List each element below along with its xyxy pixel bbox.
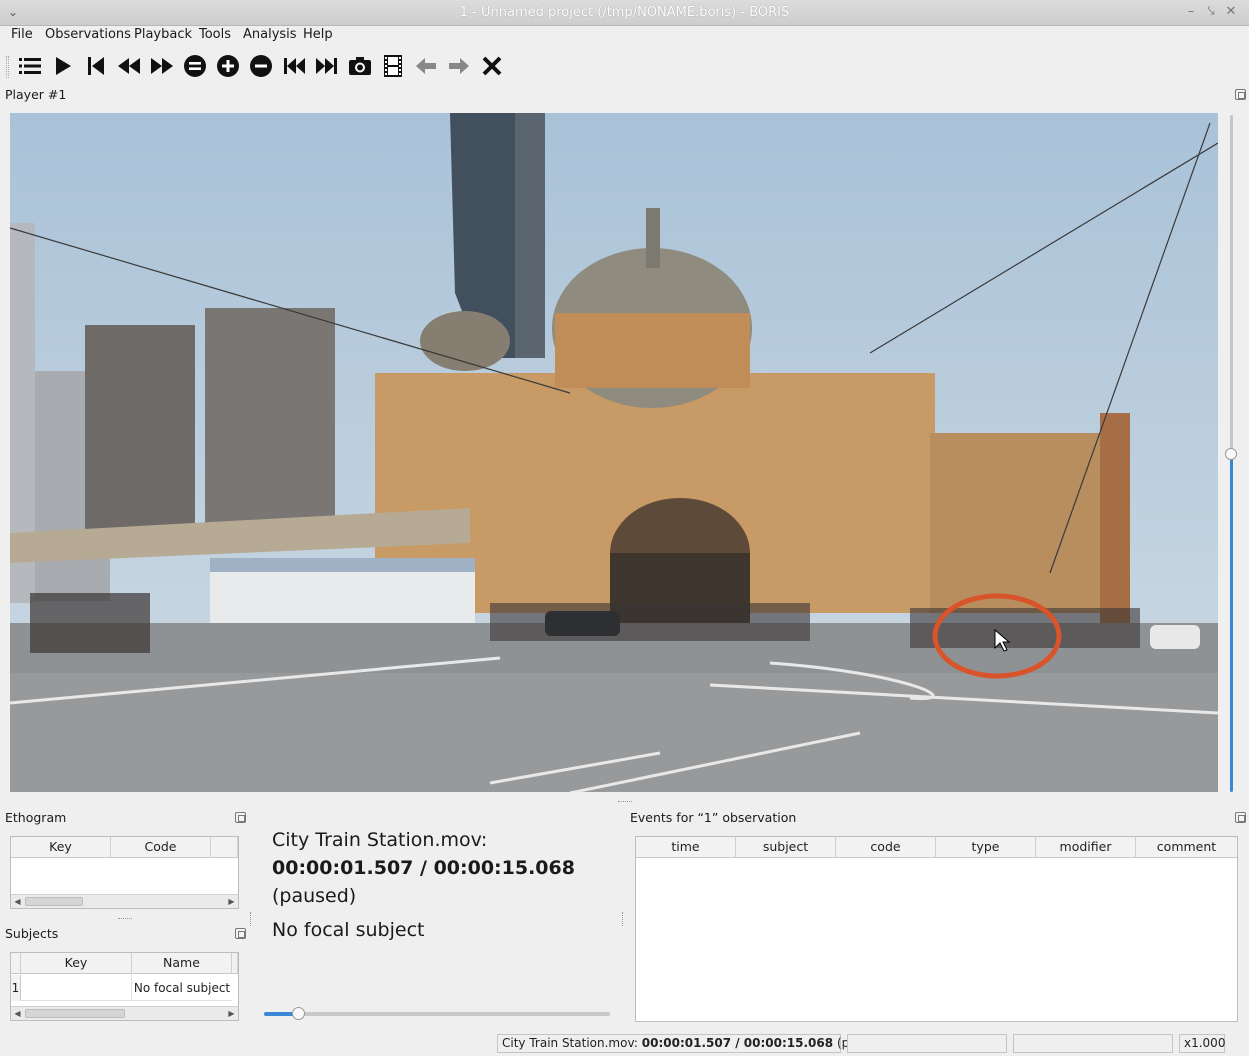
jump-start-icon[interactable] bbox=[82, 53, 110, 79]
scroll-right-icon[interactable]: ▶ bbox=[225, 895, 238, 908]
toolbar bbox=[0, 46, 1249, 84]
rewind-icon[interactable] bbox=[115, 53, 143, 79]
status-time: 00:00:01.507 / 00:00:15.068 bbox=[641, 1036, 834, 1050]
splitter-handle[interactable] bbox=[622, 912, 623, 926]
ethogram-hscroll[interactable]: ◀ ▶ bbox=[11, 894, 238, 908]
info-media-name: City Train Station.mov: bbox=[272, 829, 488, 851]
subjects-dock-title: Subjects bbox=[5, 926, 59, 941]
ethogram-float-icon[interactable] bbox=[235, 812, 246, 823]
events-col-time[interactable]: time bbox=[636, 837, 736, 858]
position-slider[interactable] bbox=[264, 1007, 610, 1021]
ethogram-table[interactable]: Key Code ◀ ▶ bbox=[10, 836, 239, 909]
menu-bar: File Observations Playback Tools Analysi… bbox=[0, 26, 1249, 46]
status-speed: x1.000 bbox=[1179, 1034, 1225, 1053]
status-media: City Train Station.mov: bbox=[502, 1036, 638, 1050]
scroll-left-icon[interactable]: ◀ bbox=[11, 1007, 24, 1020]
scroll-left-icon[interactable]: ◀ bbox=[11, 895, 24, 908]
title-bar: ⌄ 1 - Unnamed project (/tmp/NONAME.boris… bbox=[0, 0, 1249, 26]
subjects-col-name[interactable]: Name bbox=[132, 953, 232, 974]
events-table[interactable]: time subject code type modifier comment bbox=[635, 836, 1238, 1022]
frame-backward-icon[interactable] bbox=[412, 53, 440, 79]
menu-playback[interactable]: Playback bbox=[134, 26, 192, 46]
events-col-modifier[interactable]: modifier bbox=[1036, 837, 1136, 858]
subjects-table[interactable]: Key Name 1 No focal subject ◀ ▶ bbox=[10, 952, 239, 1021]
events-col-comment[interactable]: comment bbox=[1136, 837, 1237, 858]
subjects-cell-key[interactable] bbox=[21, 975, 132, 1001]
subjects-row-index: 1 bbox=[11, 975, 21, 1001]
scroll-right-icon[interactable]: ▶ bbox=[225, 1007, 238, 1020]
speed-up-icon[interactable] bbox=[214, 53, 242, 79]
info-state: (paused) bbox=[272, 885, 357, 907]
subjects-cell-name[interactable]: No focal subject bbox=[132, 975, 232, 1001]
splitter-handle[interactable] bbox=[118, 918, 132, 919]
events-col-type[interactable]: type bbox=[936, 837, 1036, 858]
slow-down-icon[interactable] bbox=[247, 53, 275, 79]
ethogram-col-filler bbox=[211, 837, 238, 858]
ethogram-col-key[interactable]: Key bbox=[11, 837, 111, 858]
reset-speed-icon[interactable] bbox=[181, 53, 209, 79]
close-window-icon[interactable]: ✕ bbox=[1223, 4, 1239, 20]
status-field-3 bbox=[1013, 1034, 1173, 1053]
list-icon[interactable] bbox=[16, 53, 44, 79]
volume-handle[interactable] bbox=[1225, 447, 1237, 460]
scroll-thumb[interactable] bbox=[25, 1009, 125, 1018]
play-icon[interactable] bbox=[49, 53, 77, 79]
fast-forward-icon[interactable] bbox=[148, 53, 176, 79]
info-focal-subject: No focal subject bbox=[272, 919, 425, 941]
player-float-icon[interactable] bbox=[1235, 89, 1246, 100]
info-time: 00:00:01.507 / 00:00:15.068 bbox=[272, 857, 575, 879]
window-title: 1 - Unnamed project (/tmp/NONAME.boris) … bbox=[459, 5, 790, 20]
menu-analysis[interactable]: Analysis bbox=[243, 26, 297, 46]
ethogram-dock-title: Ethogram bbox=[5, 810, 67, 825]
toolbar-handle[interactable] bbox=[6, 56, 9, 78]
events-dock-title: Events for “1” observation bbox=[630, 810, 797, 825]
status-field-2 bbox=[847, 1034, 1007, 1053]
position-handle[interactable] bbox=[292, 1007, 306, 1020]
menu-help[interactable]: Help bbox=[303, 26, 333, 46]
volume-fill bbox=[1230, 453, 1233, 792]
frame-forward-icon[interactable] bbox=[445, 53, 473, 79]
minimize-icon[interactable]: – bbox=[1183, 4, 1199, 20]
subjects-corner bbox=[11, 953, 21, 974]
menu-tools[interactable]: Tools bbox=[199, 26, 231, 46]
events-col-subject[interactable]: subject bbox=[736, 837, 836, 858]
subjects-col-key[interactable]: Key bbox=[21, 953, 132, 974]
status-media-info: City Train Station.mov: 00:00:01.507 / 0… bbox=[497, 1034, 890, 1053]
maximize-icon[interactable]: ⤥ bbox=[1203, 4, 1219, 20]
menu-file[interactable]: File bbox=[11, 26, 33, 46]
volume-slider[interactable] bbox=[1224, 115, 1238, 792]
scroll-thumb[interactable] bbox=[25, 897, 83, 906]
video-image bbox=[10, 113, 1218, 792]
frame-by-frame-icon[interactable] bbox=[379, 53, 407, 79]
subjects-float-icon[interactable] bbox=[235, 928, 246, 939]
events-col-code[interactable]: code bbox=[836, 837, 936, 858]
events-float-icon[interactable] bbox=[1235, 812, 1246, 823]
player-dock-title: Player #1 bbox=[5, 87, 67, 102]
subjects-col-filler bbox=[232, 953, 238, 974]
menu-observations[interactable]: Observations bbox=[45, 26, 131, 46]
close-observation-icon[interactable] bbox=[478, 53, 506, 79]
video-frame[interactable] bbox=[10, 113, 1218, 792]
splitter-handle[interactable] bbox=[618, 801, 632, 804]
next-media-icon[interactable] bbox=[313, 53, 341, 79]
ethogram-col-code[interactable]: Code bbox=[111, 837, 211, 858]
subjects-hscroll[interactable]: ◀ ▶ bbox=[11, 1006, 238, 1020]
previous-media-icon[interactable] bbox=[280, 53, 308, 79]
splitter-handle[interactable] bbox=[250, 912, 251, 926]
snapshot-icon[interactable] bbox=[346, 53, 374, 79]
